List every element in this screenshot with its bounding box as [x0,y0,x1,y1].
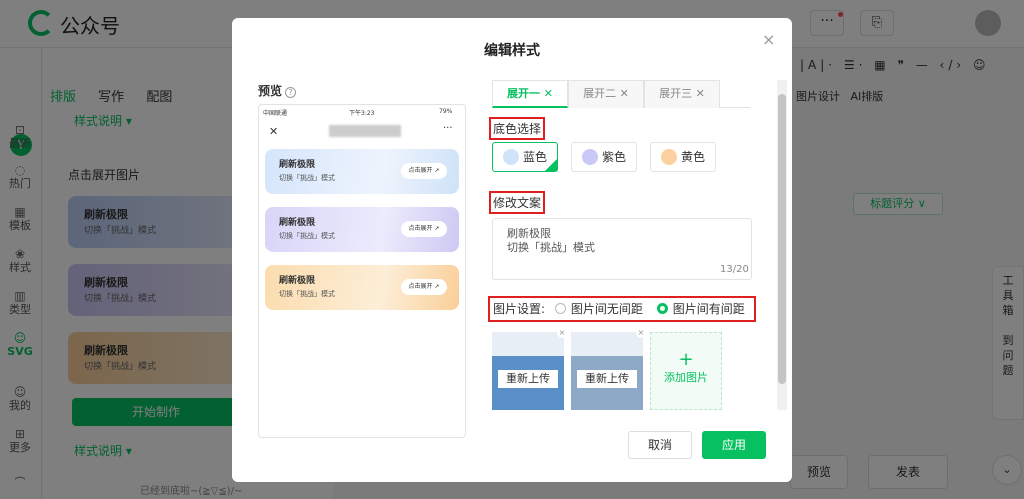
apply-button[interactable]: 应用 [702,431,766,459]
selected-check-icon [545,159,557,171]
phone-close-icon: ✕ [269,125,279,138]
expand-cta: 点击展开 ➚ [401,163,447,179]
preview-label: 预览? [258,82,297,99]
cancel-button[interactable]: 取消 [628,431,692,459]
phone-preview: 中国联通 下午3:23 79% ✕ ··· 刷新极限 切换「挑战」模式 点击展开 … [258,104,466,438]
expand-cta: 点击展开 ➚ [401,279,447,295]
reupload-button[interactable]: 重新上传 [498,370,558,388]
preview-card: 刷新极限 切换「挑战」模式 点击展开 ➚ [265,149,459,194]
radio-with-gap[interactable]: 图片间有间距 [656,302,745,316]
tab-expand-2[interactable]: 展开二 ✕ [568,80,644,108]
color-option-blue[interactable]: 蓝色 [492,142,558,172]
expand-tabs: 展开一 ✕ 展开二 ✕ 展开三 ✕ [492,80,750,108]
color-swatch [661,149,677,165]
copy-textarea[interactable]: 刷新极限 切换「挑战」模式 [492,218,752,280]
close-icon[interactable]: × [762,30,775,49]
color-option-yellow[interactable]: 黄色 [650,142,716,172]
expand-cta: 点击展开 ➚ [401,221,447,237]
color-swatch [503,149,519,165]
color-section-label: 底色选择 [489,117,546,140]
radio-checked-icon [656,303,668,314]
preview-card: 刷新极限 切换「挑战」模式 点击展开 ➚ [265,265,459,310]
edit-style-dialog: 编辑样式 × 预览? 中国联通 下午3:23 79% ✕ ··· 刷新极限 切换「… [232,18,792,482]
radio-icon [554,303,566,314]
phone-title-placeholder [329,125,401,137]
scrollbar-thumb[interactable] [778,94,786,384]
help-icon[interactable]: ? [285,87,297,98]
color-swatch [582,149,598,165]
char-counter: 13/20 [720,264,749,275]
dialog-title: 编辑样式 [484,43,540,59]
text-section-label: 修改文案 [489,191,546,214]
remove-image-icon[interactable]: × [636,328,646,338]
preview-card: 刷新极限 切换「挑战」模式 点击展开 ➚ [265,207,459,252]
radio-no-gap[interactable]: 图片间无间距 [554,302,643,316]
plus-icon: + [678,349,694,370]
remove-image-icon[interactable]: × [557,328,567,338]
reupload-button[interactable]: 重新上传 [577,370,637,388]
image-thumb: 重新上传 [492,332,564,410]
phone-more-icon: ··· [443,123,453,134]
image-setting-row: 图片设置: 图片间无间距 图片间有间距 [488,296,756,322]
tab-expand-3[interactable]: 展开三 ✕ [644,80,720,108]
tab-expand-1[interactable]: 展开一 ✕ [492,80,568,108]
add-image-button[interactable]: + 添加图片 [650,332,722,410]
color-option-purple[interactable]: 紫色 [571,142,637,172]
image-thumb: 重新上传 [571,332,643,410]
